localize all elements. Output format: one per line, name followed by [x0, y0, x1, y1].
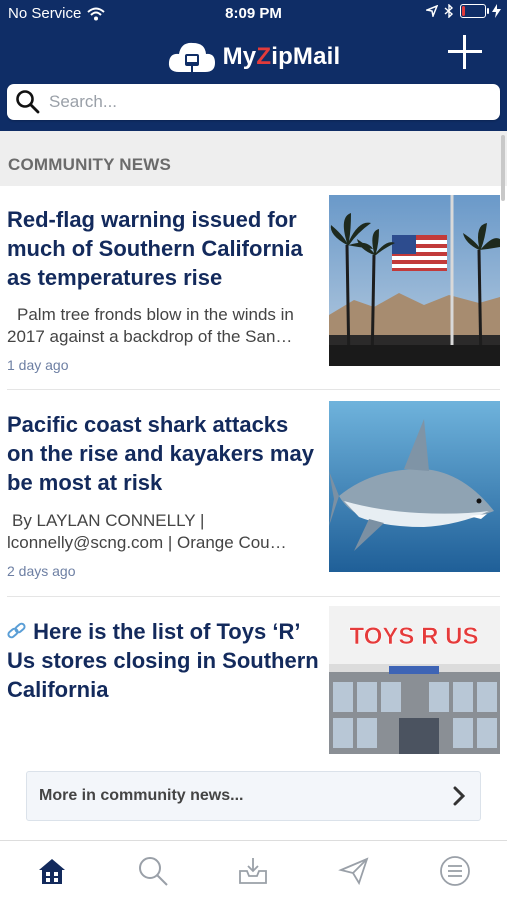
location-arrow-icon [426, 5, 438, 17]
tab-inbox[interactable] [233, 851, 273, 891]
article-summary: Palm tree fronds blow in the winds in 20… [7, 305, 294, 346]
article-thumbnail[interactable] [329, 195, 500, 366]
tab-bar [0, 840, 507, 901]
article-summary: By LAYLAN CONNELLY | lconnelly@scng.com … [7, 511, 287, 552]
charging-bolt-icon [492, 4, 501, 18]
article-item[interactable]: Pacific coast shark attacks on the rise … [0, 391, 507, 597]
search-icon [139, 857, 168, 886]
article-title[interactable]: Here is the list of Toys ‘R’ Us stores c… [7, 617, 319, 704]
search-input[interactable] [47, 91, 471, 113]
article-item[interactable]: Red-flag warning issued for much of Sout… [0, 186, 507, 390]
send-icon [338, 857, 369, 886]
status-bar: No Service 8:09 PM [0, 0, 507, 30]
cloud-mailbox-icon [168, 42, 215, 72]
tab-home[interactable] [32, 851, 72, 891]
add-button[interactable] [448, 35, 482, 69]
search-bar[interactable] [7, 84, 500, 120]
article-time: 2 days ago [7, 563, 76, 579]
app-name: MyZipMail [222, 43, 341, 70]
article-thumbnail[interactable]: TOYS R US [329, 606, 500, 754]
section-title: COMMUNITY NEWS [8, 155, 172, 174]
tab-send[interactable] [334, 851, 374, 891]
battery-icon [460, 4, 489, 18]
tab-menu[interactable] [435, 851, 475, 891]
article-title[interactable]: Red-flag warning issued for much of Sout… [7, 205, 319, 292]
menu-icon [440, 856, 470, 886]
more-community-news-button[interactable]: More in community news... [26, 771, 481, 821]
article-time: 1 day ago [7, 357, 69, 373]
article-thumbnail[interactable] [329, 401, 500, 572]
store-sign: TOYS R US [350, 623, 479, 650]
search-icon [16, 90, 40, 114]
bluetooth-icon [444, 4, 454, 18]
app-header: No Service 8:09 PM MyZipMail Search... [0, 0, 507, 131]
inbox-icon [239, 858, 267, 884]
divider [7, 596, 500, 597]
article-title[interactable]: Pacific coast shark attacks on the rise … [7, 410, 319, 497]
chevron-right-icon [453, 786, 466, 806]
divider [7, 389, 500, 390]
tab-search[interactable] [133, 851, 173, 891]
section-header: COMMUNITY NEWS [0, 131, 507, 186]
more-label: More in community news... [39, 787, 244, 804]
app-logo: MyZipMail [0, 40, 507, 74]
home-icon [39, 859, 65, 884]
article-item[interactable]: Here is the list of Toys ‘R’ Us stores c… [0, 598, 507, 758]
link-icon [7, 622, 26, 639]
